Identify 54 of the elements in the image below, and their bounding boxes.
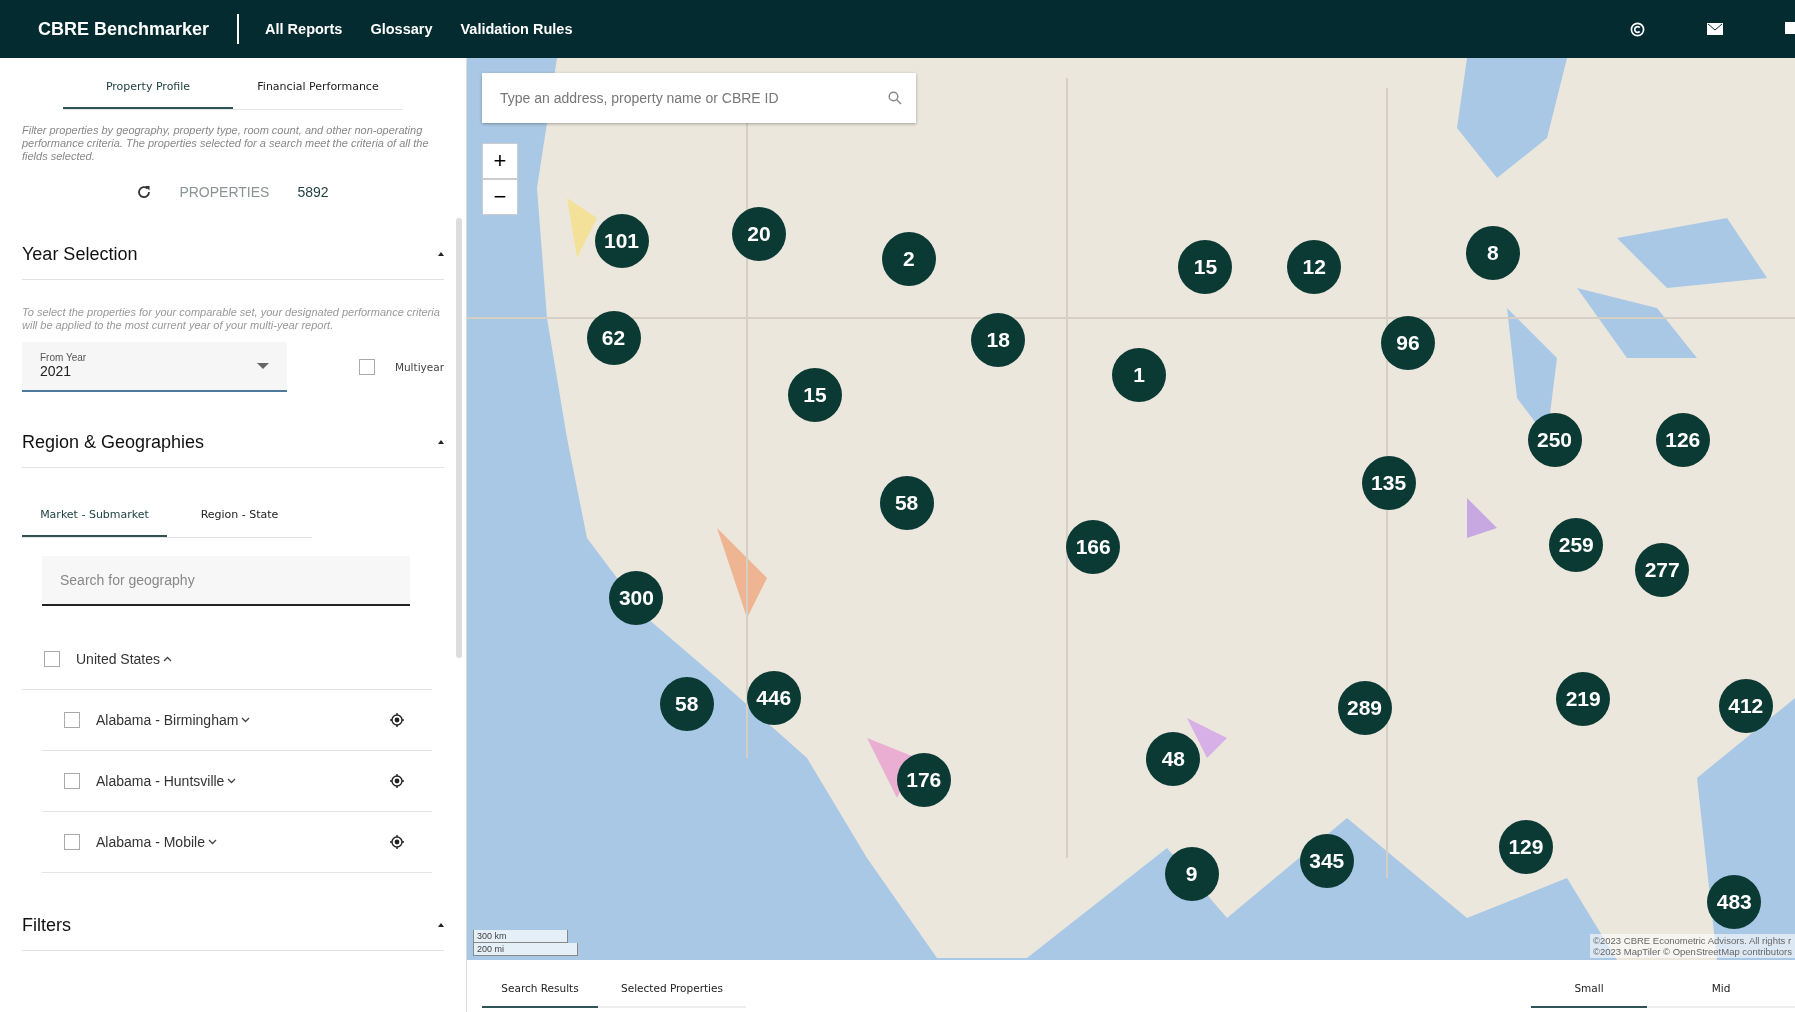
- tab[interactable]: Region - State: [167, 485, 312, 537]
- zoom-in-button[interactable]: +: [482, 143, 518, 179]
- properties-label: PROPERTIES: [179, 183, 270, 200]
- checkbox[interactable]: [358, 358, 375, 375]
- size-tab[interactable]: Small: [1531, 970, 1647, 1008]
- properties-count: 5892: [297, 183, 329, 200]
- tab[interactable]: Search Results: [482, 970, 598, 1008]
- intro-text: Filter properties by geography, property type, room count, and other non-operating performance criteria. The properties selected for a search meet the criteria of all the fields selected.: [22, 124, 430, 164]
- checkbox[interactable]: [64, 833, 80, 850]
- tree-item[interactable]: Alabama - Birmingham: [96, 711, 239, 728]
- locate-icon[interactable]: [390, 773, 404, 788]
- tab[interactable]: Market - Submarket: [22, 485, 167, 537]
- section-title[interactable]: Region & Geographies: [22, 431, 205, 453]
- scale-bar: 300 km: [473, 930, 568, 943]
- scrollbar[interactable]: [456, 218, 462, 658]
- multiyear-label: Multiyear: [394, 360, 444, 373]
- caret-up-icon[interactable]: [163, 656, 173, 663]
- checkbox[interactable]: [64, 711, 80, 728]
- copyright-icon[interactable]: [1630, 21, 1645, 37]
- scale-bar: 200 mi: [473, 943, 578, 956]
- nav-link[interactable]: Glossary: [370, 21, 433, 37]
- zoom-out-button[interactable]: −: [482, 179, 518, 215]
- tree-item[interactable]: Alabama - Mobile: [96, 833, 205, 850]
- from-year-select[interactable]: From Year 2021: [22, 341, 287, 392]
- checkbox[interactable]: [44, 651, 60, 668]
- size-tab[interactable]: Mid: [1647, 970, 1795, 1008]
- locate-icon[interactable]: [390, 834, 404, 849]
- checkbox[interactable]: [64, 772, 80, 789]
- locate-icon[interactable]: [390, 712, 404, 727]
- dropdown-icon[interactable]: [257, 362, 269, 369]
- tree-item[interactable]: Alabama - Huntsville: [96, 772, 225, 789]
- geography-search-field[interactable]: Search for geography: [42, 555, 410, 606]
- attribution-text: ©2023 CBRE Econometric Advisors. All rights r: [1593, 935, 1792, 946]
- tab[interactable]: Financial Performance: [233, 58, 403, 109]
- tree-item[interactable]: United States: [76, 651, 161, 668]
- map-search-field[interactable]: Type an address, property name or CBRE ID: [482, 73, 916, 123]
- caret-down-icon[interactable]: [241, 716, 251, 723]
- collapse-icon[interactable]: [438, 923, 444, 928]
- year-note: To select the properties for your comparable set, your designated performance criteria will be applied to the most current year of your multi-year report.: [22, 305, 441, 332]
- mail-icon[interactable]: [1707, 23, 1723, 35]
- tab[interactable]: Property Profile: [63, 58, 233, 109]
- section-title[interactable]: Year Selection: [22, 243, 138, 265]
- caret-down-icon[interactable]: [227, 777, 237, 784]
- collapse-icon[interactable]: [438, 440, 444, 445]
- search-icon[interactable]: [888, 91, 902, 105]
- app-brand[interactable]: CBRE Benchmarker: [38, 14, 240, 44]
- nav-link[interactable]: Validation Rules: [460, 21, 573, 37]
- nav-link[interactable]: All Reports: [265, 21, 343, 37]
- section-title[interactable]: Filters: [22, 914, 71, 936]
- refresh-icon[interactable]: [137, 184, 152, 199]
- collapse-icon[interactable]: [438, 252, 444, 257]
- caret-down-icon[interactable]: [207, 838, 217, 845]
- attribution-text: ©2023 MapTiler © OpenStreetMap contributors: [1593, 946, 1792, 957]
- tab[interactable]: Selected Properties: [598, 970, 746, 1008]
